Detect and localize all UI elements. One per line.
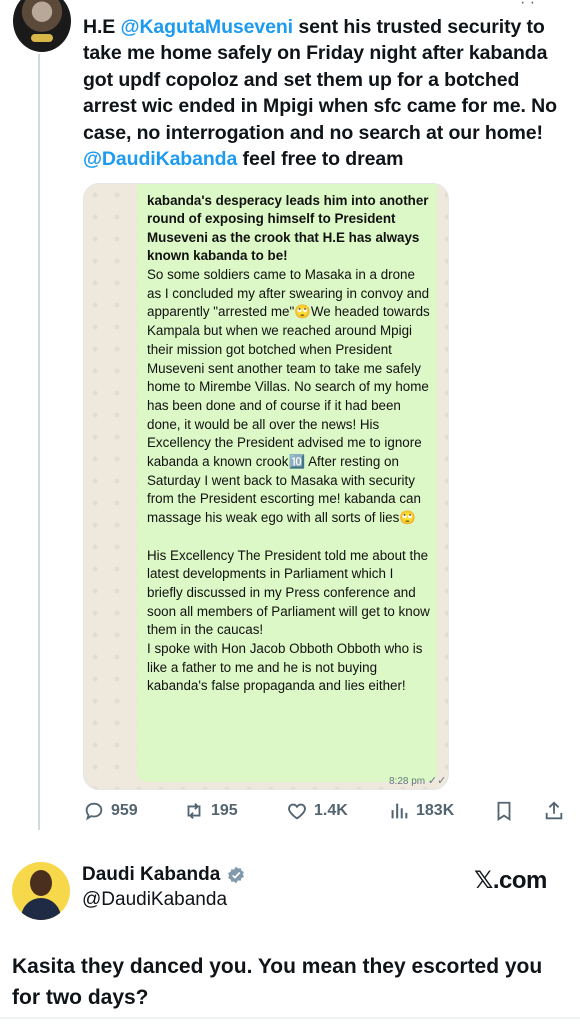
chat-body-text: So some soldiers came to Masaka in a dro… <box>147 267 430 694</box>
quote-author-avatar[interactable] <box>12 862 70 920</box>
repost-icon <box>187 803 201 819</box>
reply-button[interactable]: 959 <box>83 800 138 822</box>
quote-author-name[interactable]: Daudi Kabanda <box>82 864 246 886</box>
views-icon <box>391 803 408 819</box>
attached-chat-screenshot[interactable]: kabanda's desperacy leads him into anoth… <box>83 183 449 790</box>
tweet-text: H.E @KagutaMuseveni sent his trusted sec… <box>83 16 557 171</box>
bookmark-icon <box>497 801 511 821</box>
repost-count: 195 <box>211 802 238 819</box>
more-options-icon[interactable]: · · <box>520 0 535 12</box>
chat-timestamp: 8:28 pm ✓✓ <box>389 775 447 787</box>
quote-text: Kasita they danced you. You mean they es… <box>12 955 543 1009</box>
repost-button[interactable]: 195 <box>183 800 238 822</box>
author-avatar[interactable] <box>13 0 71 52</box>
mention-daudikabanda[interactable]: @DaudiKabanda <box>83 148 237 170</box>
heart-icon <box>288 803 306 820</box>
like-count: 1.4K <box>314 802 348 819</box>
x-com-logo: 𝕏.com <box>474 866 547 894</box>
like-button[interactable]: 1.4K <box>286 800 348 822</box>
share-icon <box>545 801 563 820</box>
tweet-actions: 959 195 1.4K 183K <box>83 800 563 824</box>
views-button[interactable]: 183K <box>388 800 454 822</box>
divider <box>0 1017 580 1019</box>
verified-badge-icon <box>228 866 245 884</box>
mention-kagutamuseveni[interactable]: @KagutaMuseveni <box>121 16 294 38</box>
views-count: 183K <box>416 802 455 819</box>
share-button[interactable] <box>543 800 565 822</box>
quote-author-handle[interactable]: @DaudiKabanda <box>82 889 227 911</box>
reply-count: 959 <box>111 802 138 819</box>
thread-line <box>38 54 40 830</box>
chat-bold-text: kabanda's desperacy leads him into anoth… <box>147 193 429 263</box>
read-ticks-icon: ✓✓ <box>427 775 447 787</box>
reply-icon <box>85 802 103 821</box>
bookmark-button[interactable] <box>493 800 515 822</box>
